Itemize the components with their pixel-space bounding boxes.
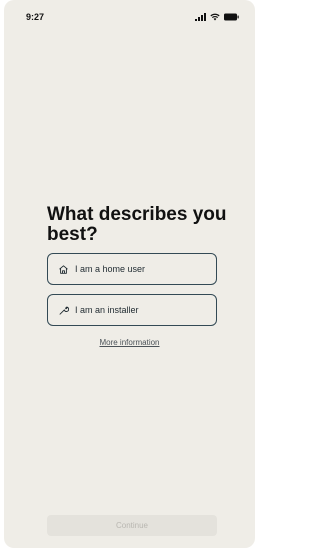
continue-button[interactable]: Continue	[47, 515, 217, 536]
battery-icon	[224, 13, 239, 21]
status-time: 9:27	[26, 12, 45, 22]
installer-option[interactable]: I am an installer	[47, 294, 217, 326]
more-information-link[interactable]: More information	[4, 338, 255, 347]
app-screen: 9:27 What describes you best? I am a hom…	[4, 0, 255, 548]
installer-option-label: I am an installer	[75, 305, 139, 315]
status-icons	[195, 12, 239, 22]
status-bar: 9:27	[4, 0, 255, 28]
home-user-option[interactable]: I am a home user	[47, 253, 217, 285]
signal-icon	[195, 13, 206, 21]
home-user-option-label: I am a home user	[75, 264, 146, 274]
wrench-icon	[58, 305, 69, 316]
wifi-icon	[210, 13, 220, 21]
home-icon	[58, 264, 69, 275]
page-title: What describes you best?	[47, 204, 227, 245]
